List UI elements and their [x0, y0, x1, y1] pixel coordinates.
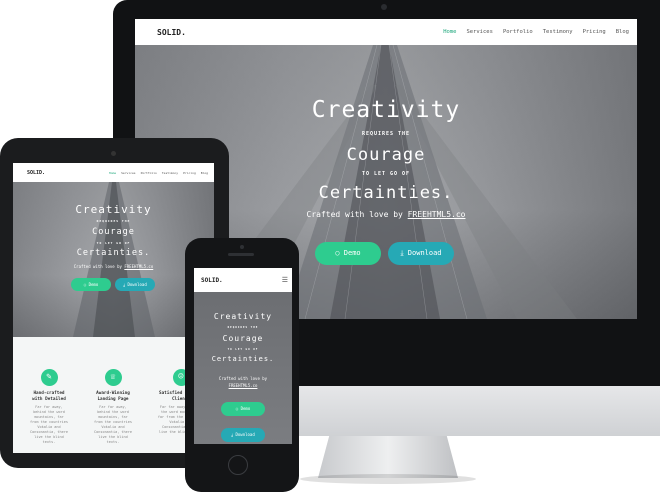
hero-crafted: Crafted with love by FREEHTML5.co	[194, 375, 292, 389]
feature-title: Hand-crafted with Detailed	[32, 391, 66, 402]
features-section: ✎ Hand-crafted with Detailed Far far awa…	[13, 337, 214, 453]
desktop-navbar: SOLID. Home Services Portfolio Testimony…	[135, 19, 637, 45]
hero-title-1: Creativity	[75, 203, 152, 216]
crafted-prefix: Crafted with love by	[73, 264, 122, 269]
phone-navbar: SOLID. ☰	[194, 268, 292, 292]
nav-home[interactable]: Home	[109, 171, 116, 175]
nav-portfolio[interactable]: Portfolio	[503, 29, 533, 35]
crafted-link[interactable]: FREEHTML5.co	[194, 382, 292, 389]
feature-card: ♕ Award-Winning Landing Page Far far awa…	[93, 369, 133, 445]
pen-icon: ✎	[40, 369, 58, 386]
download-label: Download	[407, 249, 442, 257]
demo-button[interactable]: ○ Demo	[71, 278, 111, 291]
hero-title-3: Certainties.	[76, 248, 151, 258]
hero-title-1: Creativity	[311, 97, 461, 123]
crafted-prefix: Crafted with love by	[218, 376, 268, 381]
download-icon: ⤓	[231, 432, 234, 437]
demo-button[interactable]: ○ Demo	[221, 402, 265, 416]
nav-home[interactable]: Home	[443, 29, 456, 35]
download-label: Download	[127, 282, 147, 287]
circle-icon: ○	[235, 406, 239, 411]
phone-screen: SOLID. ☰ Creativity REQUIRES THE Courage…	[194, 268, 292, 444]
hero-crafted: Crafted with love by FREEHTML5.co	[13, 264, 214, 269]
download-icon: ⤓	[123, 282, 126, 287]
hero-subtitle-2: TO LET GO OF	[227, 348, 259, 351]
hamburger-menu-icon[interactable]: ☰	[282, 276, 288, 284]
monitor-stand-shadow	[300, 474, 476, 484]
circle-icon: ○	[335, 249, 340, 257]
feature-card: ✎ Hand-crafted with Detailed Far far awa…	[29, 369, 69, 445]
hero-subtitle-1: REQUIRES THE	[96, 219, 131, 223]
hero-title-3: Certainties.	[211, 355, 275, 363]
tablet-navbar: SOLID. Home Services Portfolio Testimony…	[13, 163, 214, 182]
crafted-link[interactable]: FREEHTML5.co	[124, 264, 153, 269]
phone-hero: Creativity REQUIRES THE Courage TO LET G…	[194, 292, 292, 444]
demo-label: Demo	[343, 249, 361, 257]
nav-testimony[interactable]: Testimony	[162, 171, 178, 175]
download-button[interactable]: ⤓ Download	[388, 242, 454, 265]
demo-label: Demo	[88, 282, 99, 287]
phone-home-button[interactable]	[228, 455, 248, 475]
hero-subtitle-2: TO LET GO OF	[96, 241, 131, 245]
nav-portfolio[interactable]: Portfolio	[141, 171, 157, 175]
brand-logo[interactable]: SOLID.	[201, 277, 223, 284]
nav-services[interactable]: Services	[466, 29, 493, 35]
nav-pricing[interactable]: Pricing	[583, 29, 606, 35]
hero-title-2: Courage	[92, 227, 135, 237]
download-icon: ⤓	[400, 249, 404, 257]
crafted-link[interactable]: FREEHTML5.co	[408, 210, 466, 219]
download-button[interactable]: ⤓ Download	[221, 428, 265, 442]
download-button[interactable]: ⤓ Download	[115, 278, 155, 291]
hero-subtitle-1: REQUIRES THE	[227, 326, 259, 329]
download-label: Download	[235, 432, 255, 437]
trophy-icon: ♕	[104, 369, 122, 386]
tablet-screen: Creativity REQUIRES THE Courage TO LET G…	[13, 163, 214, 453]
demo-button[interactable]: ○ Demo	[315, 242, 381, 265]
nav-services[interactable]: Services	[121, 171, 135, 175]
feature-text: Far far away, behind the word mountains,…	[94, 405, 132, 444]
phone-camera	[240, 245, 244, 249]
monitor-camera	[381, 4, 387, 10]
tablet-hero: Creativity REQUIRES THE Courage TO LET G…	[13, 182, 214, 337]
nav-blog[interactable]: Blog	[616, 29, 629, 35]
nav-pricing[interactable]: Pricing	[183, 171, 196, 175]
crafted-prefix: Crafted with love by	[306, 210, 403, 219]
hero-title-2: Courage	[222, 334, 264, 343]
brand-logo[interactable]: SOLID.	[27, 170, 45, 176]
brand-logo[interactable]: SOLID.	[157, 28, 186, 37]
nav-blog[interactable]: Blog	[201, 171, 208, 175]
hero-title-1: Creativity	[213, 312, 273, 321]
feature-text: Far far away, behind the word mountains,…	[30, 405, 68, 444]
circle-icon: ○	[83, 282, 87, 287]
tablet-camera	[111, 151, 116, 156]
monitor-stand	[318, 436, 458, 478]
nav-testimony[interactable]: Testimony	[543, 29, 573, 35]
demo-label: Demo	[240, 406, 251, 411]
feature-title: Award-Winning Landing Page	[96, 391, 130, 402]
hero-subtitle-1: REQUIRES THE	[361, 131, 411, 137]
phone-speaker	[228, 253, 254, 256]
